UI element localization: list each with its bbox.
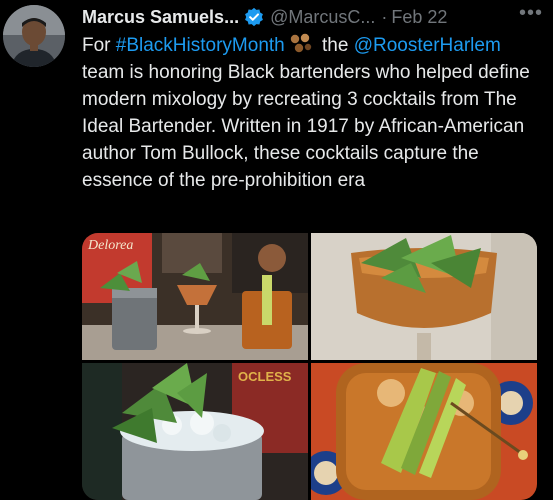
tweet-text: For #BlackHistoryMonth the @RoosterHarle… (82, 32, 542, 194)
sign-text: OCLESS (238, 369, 292, 384)
tweet-text-part3: team is honoring Black bartenders who he… (82, 62, 530, 191)
tweet-text-part2: the (316, 35, 354, 56)
photo-mint-julep[interactable]: OCLESS (82, 363, 308, 500)
mention-link[interactable]: @RoosterHarlem (354, 35, 501, 56)
tweet-date[interactable]: Feb 22 (391, 7, 447, 28)
media-grid: Delorea OCLESS (82, 233, 537, 500)
photo-three-cocktails[interactable]: Delorea (82, 233, 308, 360)
more-icon[interactable]: ••• (519, 2, 543, 25)
photo-apple-garnish-cocktail[interactable] (311, 363, 537, 500)
tweet-header: Marcus Samuels... @MarcusC... · Feb 22 (82, 4, 543, 30)
avatar[interactable] (3, 5, 65, 67)
tweet-text-part1: For (82, 35, 116, 56)
author-name[interactable]: Marcus Samuels... (82, 7, 239, 28)
verified-icon (245, 7, 263, 27)
author-handle[interactable]: @MarcusC... (270, 7, 375, 28)
tweet[interactable]: Marcus Samuels... @MarcusC... · Feb 22 •… (0, 0, 553, 500)
separator-dot: · (381, 6, 388, 27)
cocktail-emoji (290, 33, 311, 53)
hashtag-link[interactable]: #BlackHistoryMonth (116, 35, 285, 56)
photo-coupe-cocktail[interactable] (311, 233, 537, 360)
sign-text: Delorea (87, 238, 133, 253)
